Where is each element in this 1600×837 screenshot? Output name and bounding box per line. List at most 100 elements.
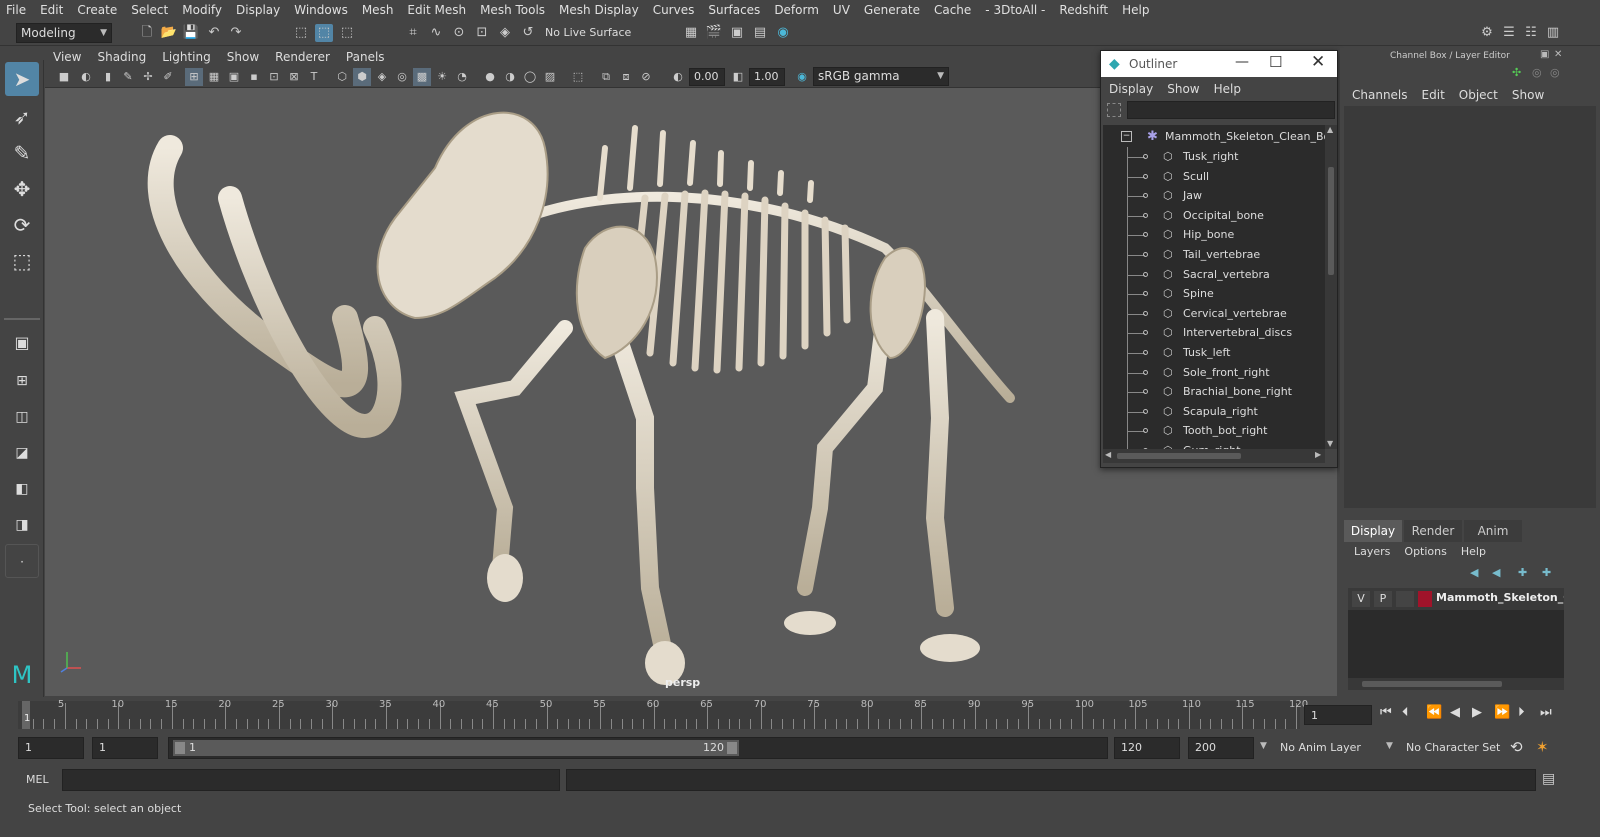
menu-modify[interactable]: Modify xyxy=(182,3,222,17)
go-to-start-icon[interactable]: ⏮ xyxy=(1380,705,1392,720)
tab-display[interactable]: Display xyxy=(1344,520,1402,542)
playback-end-field[interactable]: 120 xyxy=(1114,737,1180,759)
smooth-shade-icon[interactable]: ⬢ xyxy=(353,68,371,86)
wireframe-icon[interactable]: ⬡ xyxy=(333,68,351,86)
outliner-hscroll-thumb[interactable] xyxy=(1117,453,1241,459)
menu-3dtoall[interactable]: - 3DtoAll - xyxy=(985,3,1045,17)
outliner-vscroll-thumb[interactable] xyxy=(1328,167,1334,275)
outliner-menu-show[interactable]: Show xyxy=(1167,82,1199,96)
four-view-icon[interactable]: ⊞ xyxy=(5,364,39,398)
scroll-left-icon[interactable]: ◀ xyxy=(1105,450,1111,459)
render-frame-icon[interactable]: 🎬 xyxy=(705,24,723,42)
gamma-icon[interactable]: ◧ xyxy=(729,68,747,86)
channel-box-menu-show[interactable]: Show xyxy=(1512,88,1544,104)
color-space-dropdown[interactable]: sRGB gamma ▼ xyxy=(813,67,949,86)
float-panel-icon[interactable]: ▣ xyxy=(1540,49,1549,60)
safe-title-icon[interactable]: T xyxy=(305,68,323,86)
step-forward-key-icon[interactable]: ⏩ xyxy=(1494,705,1510,720)
outliner-item[interactable]: ⬡ Scapula_right xyxy=(1103,401,1325,422)
command-language-toggle[interactable]: MEL xyxy=(26,773,49,786)
tool-settings-icon[interactable]: ☷ xyxy=(1522,24,1540,42)
channel-box-menu-channels[interactable]: Channels xyxy=(1352,88,1408,104)
end-time-field[interactable]: 200 xyxy=(1188,737,1254,759)
select-hierarchy-icon[interactable]: ⬚ xyxy=(292,24,310,42)
outliner-item[interactable]: ⬡ Sole_front_right xyxy=(1103,362,1325,383)
new-layer-selected-icon[interactable]: ✚ xyxy=(1542,566,1551,579)
gamma-field[interactable]: 1.00 xyxy=(749,68,785,86)
snap-curve-icon[interactable]: ∿ xyxy=(427,24,445,42)
start-time-field[interactable]: 1 xyxy=(18,737,84,759)
channel-box-toggle-icon[interactable]: ▥ xyxy=(1544,24,1562,42)
menu-deform[interactable]: Deform xyxy=(774,3,819,17)
menu-create[interactable]: Create xyxy=(77,3,117,17)
bookmark-icon[interactable]: ▮ xyxy=(99,68,117,86)
layer-type-toggle[interactable] xyxy=(1396,591,1414,607)
ambient-occlusion-icon[interactable]: ● xyxy=(481,68,499,86)
character-set-dropdown[interactable]: No Character Set xyxy=(1402,737,1506,759)
save-scene-icon[interactable]: 💾 xyxy=(182,24,200,42)
step-forward-frame-icon[interactable]: ⏵ xyxy=(1518,705,1525,720)
ipr-render-icon[interactable]: ▣ xyxy=(728,24,746,42)
depth-of-field-icon[interactable]: ▨ xyxy=(541,68,559,86)
scroll-down-icon[interactable]: ▼ xyxy=(1327,439,1333,448)
outliner-item[interactable]: ⬡ Hip_bone xyxy=(1103,225,1325,246)
outliner-window[interactable]: ◆ Outliner — ☐ ✕ Display Show Help − ✱ Mammo… xyxy=(1100,50,1338,468)
tab-anim[interactable]: Anim xyxy=(1464,520,1522,542)
lasso-tool-icon[interactable]: ➶ xyxy=(5,100,39,134)
menu-cache[interactable]: Cache xyxy=(934,3,971,17)
side-by-side-view-icon[interactable]: ◫ xyxy=(5,400,39,434)
outliner-item[interactable]: ⬡ Tusk_right xyxy=(1103,147,1325,167)
command-input[interactable] xyxy=(62,769,560,791)
maximize-icon[interactable]: ☐ xyxy=(1269,53,1282,71)
scroll-up-icon[interactable]: ▲ xyxy=(1327,125,1333,134)
move-tool-icon[interactable]: ✥ xyxy=(5,172,39,206)
close-panel-icon[interactable]: ✕ xyxy=(1554,49,1562,60)
layer-row[interactable]: V P Mammoth_Skeleton_Clea xyxy=(1348,588,1564,610)
auto-key-icon[interactable]: ⟲ xyxy=(1510,738,1523,756)
layout-graph-icon[interactable]: ◨ xyxy=(5,508,39,542)
outliner-item[interactable]: ⬡ Jaw xyxy=(1103,186,1325,207)
scroll-right-icon[interactable]: ▶ xyxy=(1315,450,1321,459)
snap-view-icon[interactable]: ⊡ xyxy=(473,24,491,42)
outliner-menu-help[interactable]: Help xyxy=(1214,82,1241,96)
xray-joints-icon[interactable]: ⧈ xyxy=(617,68,635,86)
persp-graph-icon[interactable]: ◪ xyxy=(5,436,39,470)
two-d-pan-icon[interactable]: ✢ xyxy=(139,68,157,86)
menu-display[interactable]: Display xyxy=(236,3,280,17)
color-management-icon[interactable]: ◉ xyxy=(793,68,811,86)
exposure-icon[interactable]: ◐ xyxy=(669,68,687,86)
paint-select-tool-icon[interactable]: ✎ xyxy=(5,136,39,170)
snap-together-icon[interactable]: ↺ xyxy=(519,24,537,42)
redo-icon[interactable]: ↷ xyxy=(227,24,245,42)
outliner-menu-display[interactable]: Display xyxy=(1109,82,1153,96)
render-settings-icon[interactable]: ▤ xyxy=(751,24,769,42)
anim-layer-arrow-icon[interactable]: ▼ xyxy=(1260,741,1267,751)
viewport-menu-lighting[interactable]: Lighting xyxy=(162,50,211,64)
filter-icon[interactable] xyxy=(1107,103,1121,117)
outliner-root-row[interactable]: − ✱ Mammoth_Skeleton_Clean_Bon xyxy=(1103,127,1325,147)
range-slider-track[interactable]: 1 120 xyxy=(168,737,1108,759)
modeling-toolkit-icon[interactable]: ⚙ xyxy=(1478,24,1496,42)
layer-hscrollbar[interactable] xyxy=(1348,678,1564,690)
undo-icon[interactable]: ↶ xyxy=(205,24,223,42)
layer-playback-toggle[interactable]: P xyxy=(1374,591,1392,607)
layout-more-icon[interactable]: · xyxy=(5,544,39,578)
camera-select-icon[interactable]: ■ xyxy=(55,68,73,86)
safe-action-icon[interactable]: ⊠ xyxy=(285,68,303,86)
current-frame-field[interactable]: 1 xyxy=(1304,705,1372,725)
speed-icon[interactable]: ◎ xyxy=(1532,66,1542,79)
minimize-icon[interactable]: — xyxy=(1235,54,1249,70)
outliner-vscrollbar[interactable]: ▲ ▼ xyxy=(1325,125,1337,449)
menu-select[interactable]: Select xyxy=(131,3,168,17)
viewport-menu-view[interactable]: View xyxy=(53,50,81,64)
menu-curves[interactable]: Curves xyxy=(653,3,695,17)
move-layer-up-icon[interactable]: ◀ xyxy=(1470,566,1478,579)
render-history-icon[interactable]: ▦ xyxy=(682,24,700,42)
manipulator-icon[interactable]: ✣ xyxy=(1512,66,1521,79)
menu-mesh-tools[interactable]: Mesh Tools xyxy=(480,3,545,17)
snap-surface-icon[interactable]: ◈ xyxy=(496,24,514,42)
shadows-icon[interactable]: ◔ xyxy=(453,68,471,86)
outliner-tree[interactable]: − ✱ Mammoth_Skeleton_Clean_Bon ⬡ Tusk_right ⬡… xyxy=(1103,125,1325,449)
select-tool-icon[interactable]: ➤ xyxy=(5,62,39,96)
anim-layer-dropdown[interactable]: No Anim Layer xyxy=(1276,737,1394,759)
